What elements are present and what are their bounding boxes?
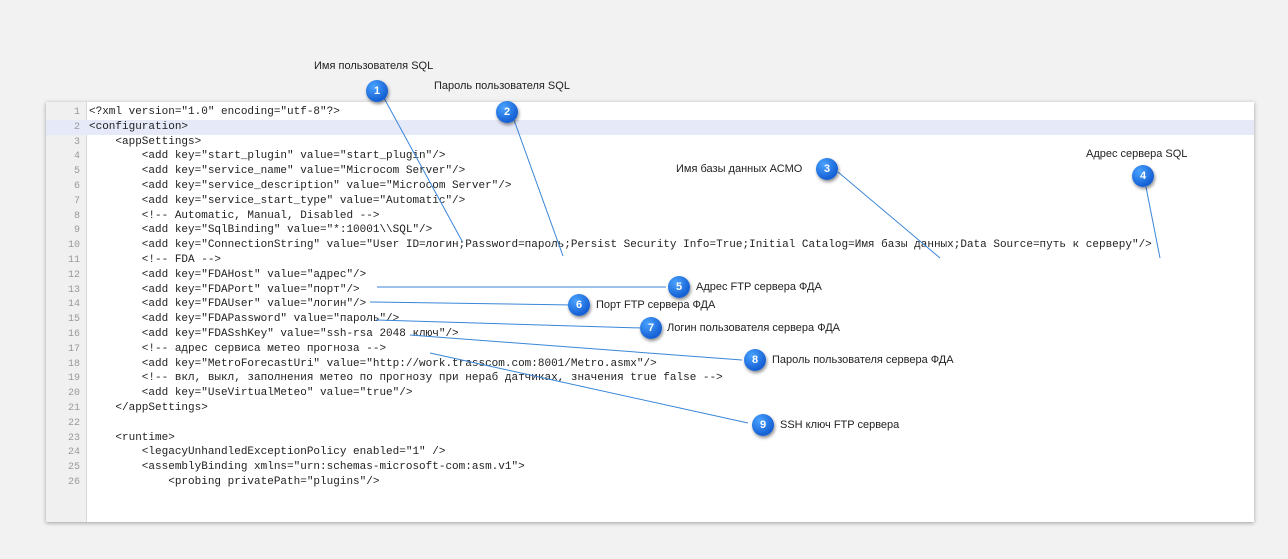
- leader-line-3: [837, 171, 941, 259]
- callout-9-label: SSH ключ FTP сервера: [780, 419, 900, 431]
- leader-line-4: [1145, 186, 1161, 259]
- leader-line-9: [429, 352, 749, 424]
- callout-6-label: Порт FTP сервера ФДА: [596, 299, 716, 311]
- leader-line-2: [513, 119, 564, 257]
- callout-5-label: Адрес FTP сервера ФДА: [696, 281, 822, 293]
- callout-7-label: Логин пользователя сервера ФДА: [667, 322, 840, 334]
- callout-2-badge: 2: [496, 101, 518, 123]
- callout-leader-lines: [369, 97, 1161, 424]
- callout-5-badge: 5: [668, 276, 690, 298]
- callout-4-badge: 4: [1132, 165, 1154, 187]
- callout-3-badge: 3: [816, 158, 838, 180]
- leader-line-6: [369, 301, 575, 306]
- callout-6-badge: 6: [568, 294, 590, 316]
- callout-1-label: Имя пользователя SQL: [314, 60, 434, 72]
- callout-9-badge: 9: [752, 414, 774, 436]
- callout-3-label: Имя базы данных АСМО: [676, 163, 803, 175]
- callout-7-badge: 7: [640, 317, 662, 339]
- leader-line-1: [383, 97, 463, 242]
- callout-2-label: Пароль пользователя SQL: [434, 80, 570, 92]
- callout-1-badge: 1: [366, 80, 388, 102]
- leader-line-7: [375, 319, 643, 329]
- callout-4-label: Адрес сервера SQL: [1086, 148, 1188, 160]
- leader-line-8: [409, 334, 743, 361]
- callout-8-label: Пароль пользователя сервера ФДА: [772, 354, 954, 366]
- callout-8-badge: 8: [744, 349, 766, 371]
